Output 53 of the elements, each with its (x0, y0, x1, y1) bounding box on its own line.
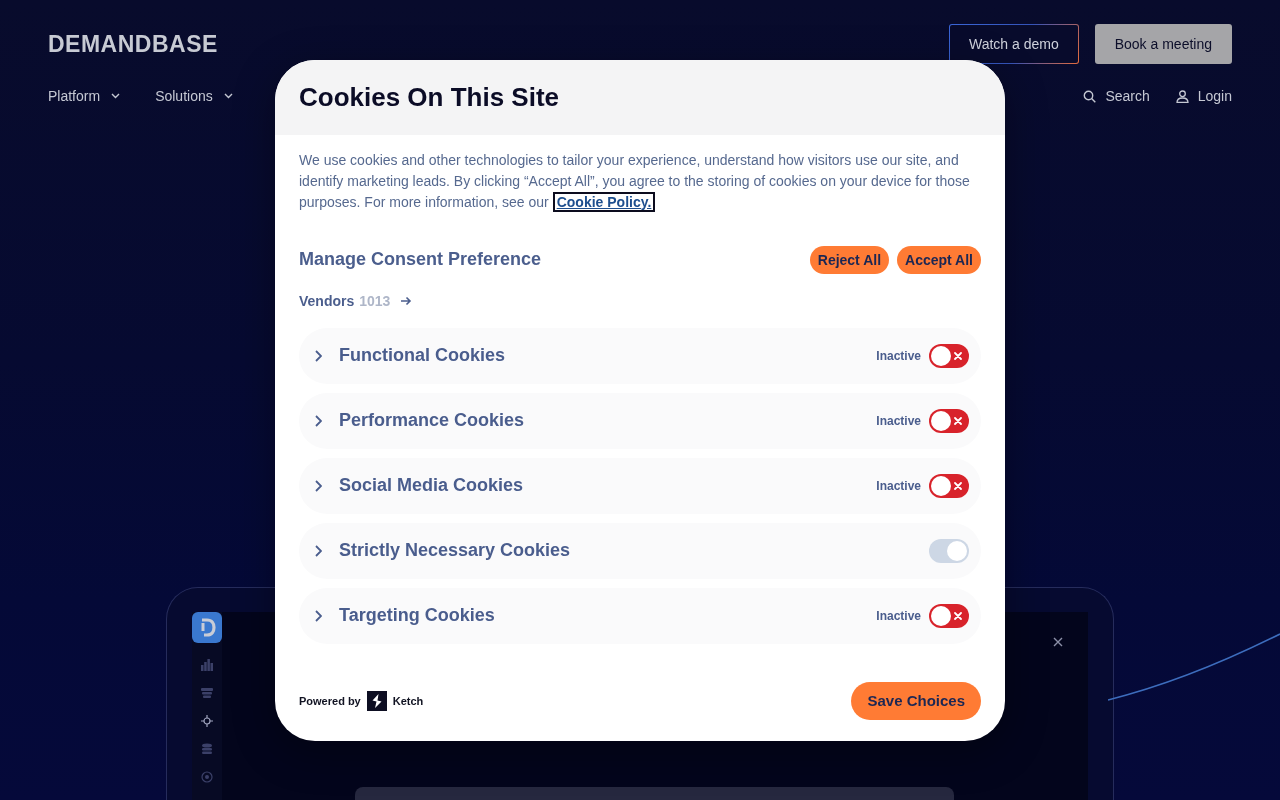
prompt-field[interactable] (355, 787, 954, 800)
category-row[interactable]: Social Media Cookies Inactive (299, 457, 981, 514)
consent-action-button[interactable]: Reject All (809, 245, 890, 274)
status-label: Inactive (876, 348, 921, 363)
database-icon (201, 743, 213, 755)
nav-menu-item[interactable]: Solutions (155, 88, 233, 104)
cookie-policy-link[interactable]: Cookie Policy. (552, 191, 656, 212)
status-label: Inactive (876, 478, 921, 493)
status-label: Inactive (876, 413, 921, 428)
save-button[interactable]: Save Choices (851, 681, 981, 720)
logo-icon (366, 690, 387, 711)
category-title: Targeting Cookies (339, 605, 495, 626)
category-row[interactable]: Functional Cookies Inactive (299, 327, 981, 384)
consent-action-button[interactable]: Accept All (897, 245, 981, 274)
filled-header-button[interactable]: Book a meeting (1094, 24, 1232, 64)
x-icon (954, 416, 962, 425)
nav-menu-item[interactable]: Platform (48, 88, 121, 104)
toggle-switch[interactable] (929, 603, 969, 628)
arrow-right-icon (400, 295, 413, 306)
search-icon (1083, 89, 1097, 103)
x-icon (954, 611, 962, 620)
section-title: Manage Consent Preference (299, 249, 542, 270)
category-title: Performance Cookies (339, 410, 525, 431)
x-icon (954, 481, 962, 490)
category-row[interactable]: Performance Cookies Inactive (299, 392, 981, 449)
network-icon (201, 715, 213, 727)
app-logo-icon (192, 612, 222, 643)
vendor-count: 1013 (359, 292, 391, 309)
chevron-down-icon (223, 93, 233, 99)
chevron-down-icon (111, 93, 121, 99)
category-title: Functional Cookies (339, 345, 506, 366)
user-icon (1175, 89, 1189, 103)
brand-name: Ketch (392, 694, 424, 707)
status-label: Inactive (876, 608, 921, 623)
category-row[interactable]: Targeting Cookies Inactive (299, 587, 981, 644)
search-button[interactable]: Search (1083, 88, 1150, 104)
login-button[interactable]: Login (1175, 88, 1232, 104)
target-icon (201, 771, 213, 783)
toggle-switch[interactable] (929, 473, 969, 498)
dialog-title: Cookies On This Site (299, 81, 560, 113)
toggle-switch[interactable] (929, 408, 969, 433)
layers-icon (201, 687, 213, 699)
intro-text: We use cookies and other technologies to tailor your experience, understand how visitors use our site, and identify marketing leads. By clicking “Accept All”, you agree to the storing of cookies on your device for those purposes. For more information, see our Cookie Policy. (299, 150, 971, 213)
x-icon (954, 351, 962, 360)
brand-logo[interactable]: DEMANDBASE (48, 30, 218, 58)
close-icon[interactable] (1053, 637, 1063, 647)
toggle-switch[interactable] (929, 343, 969, 368)
vendors-link[interactable]: Vendors 1013 (299, 290, 413, 311)
category-title: Social Media Cookies (339, 475, 524, 496)
category-title: Strictly Necessary Cookies (339, 540, 571, 561)
outline-header-button[interactable]: Watch a demo (948, 24, 1079, 64)
bar-chart-icon (201, 659, 213, 671)
powered-by-text: Powered by (299, 694, 361, 707)
